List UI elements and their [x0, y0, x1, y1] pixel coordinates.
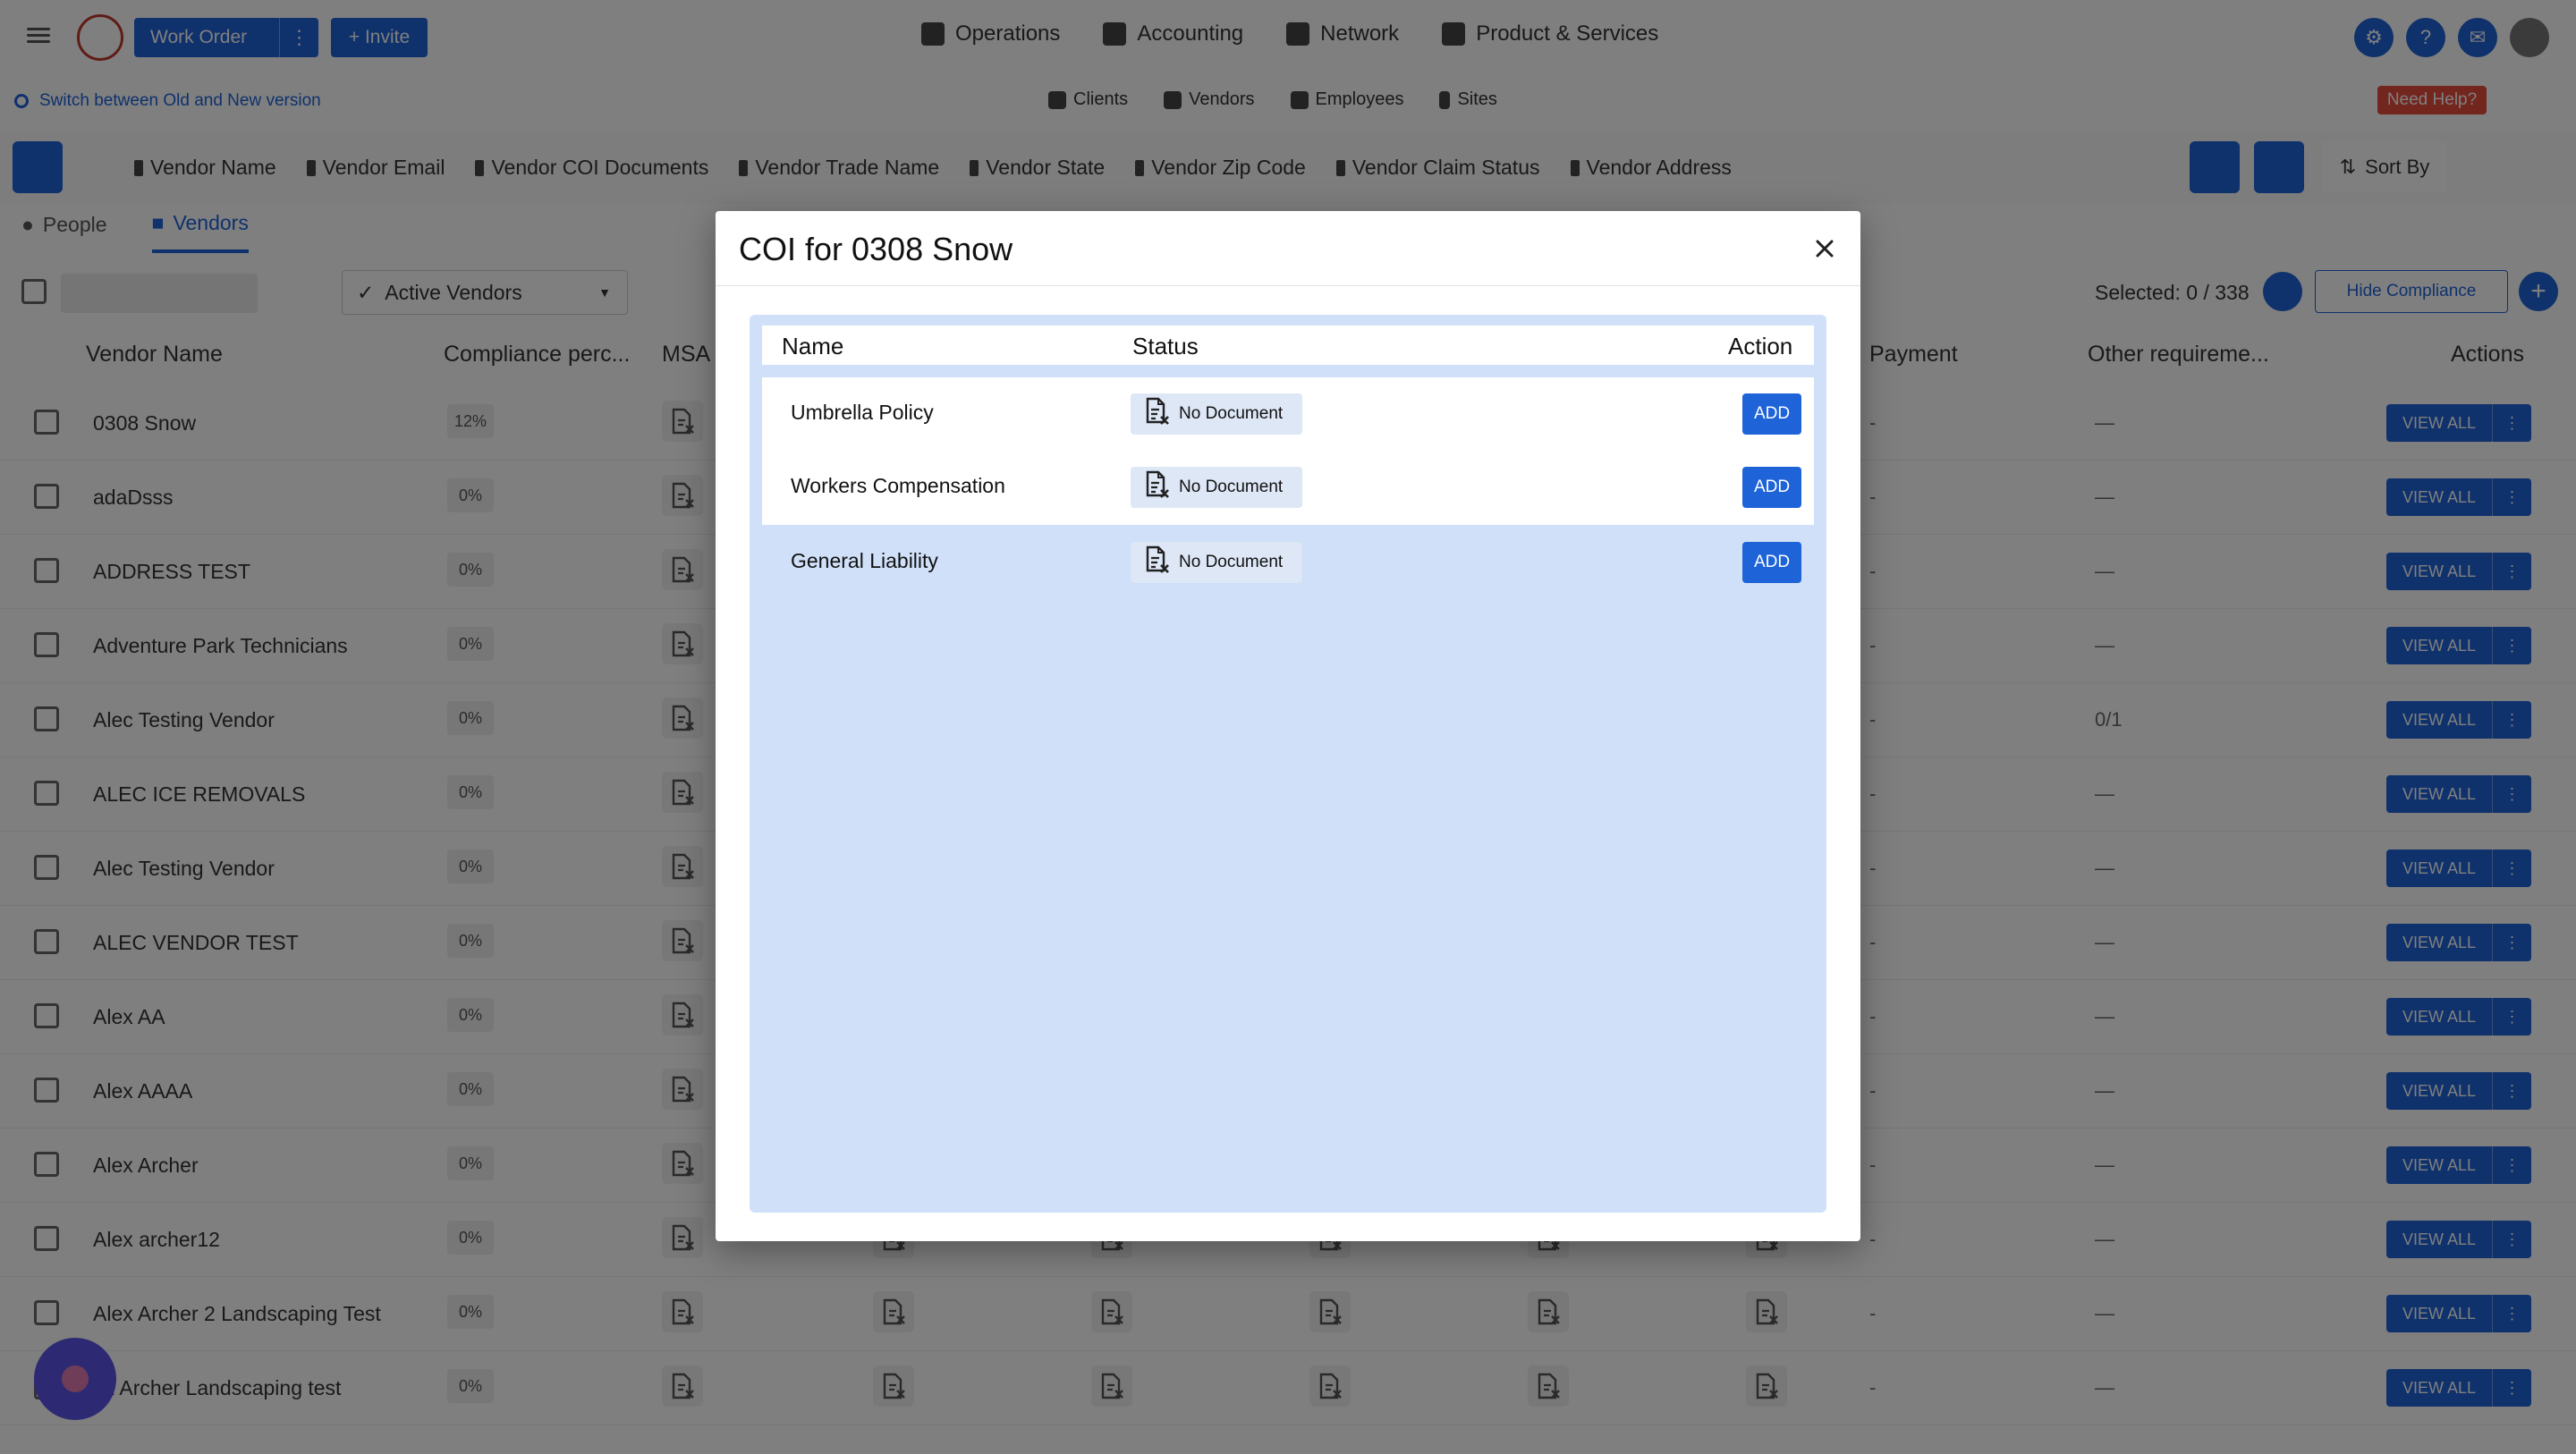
column-header-name: Name	[782, 333, 844, 359]
coi-modal: COI for 0308 Snow Name Status Action Umb…	[716, 211, 1860, 1241]
coi-row: Umbrella Policy No Document ADD	[762, 377, 1814, 452]
status-label: No Document	[1179, 404, 1284, 423]
no-document-icon	[1143, 545, 1170, 579]
add-document-button[interactable]: ADD	[1742, 393, 1801, 435]
modal-title: COI for 0308 Snow	[739, 231, 1013, 267]
add-document-button[interactable]: ADD	[1742, 467, 1801, 508]
modal-header: COI for 0308 Snow	[716, 211, 1860, 286]
no-document-icon	[1143, 397, 1170, 431]
add-document-button[interactable]: ADD	[1742, 542, 1801, 583]
status-badge: No Document	[1131, 393, 1302, 435]
no-document-icon	[1143, 470, 1170, 504]
status-label: No Document	[1179, 553, 1284, 571]
coi-name: Umbrella Policy	[791, 401, 934, 424]
status-badge: No Document	[1131, 542, 1302, 583]
coi-name: General Liability	[791, 549, 938, 572]
coi-row: Workers Compensation No Document ADD	[762, 451, 1814, 525]
coi-table-header: Name Status Action	[762, 325, 1814, 365]
coi-row: General Liability No Document ADD	[762, 526, 1814, 600]
status-label: No Document	[1179, 478, 1284, 496]
column-header-action: Action	[1728, 333, 1793, 359]
close-icon[interactable]	[1809, 232, 1841, 265]
column-header-status: Status	[1132, 333, 1199, 359]
status-badge: No Document	[1131, 467, 1302, 508]
coi-name: Workers Compensation	[791, 474, 1005, 497]
coi-documents-panel: Name Status Action Umbrella Policy No Doc…	[750, 315, 1826, 1213]
